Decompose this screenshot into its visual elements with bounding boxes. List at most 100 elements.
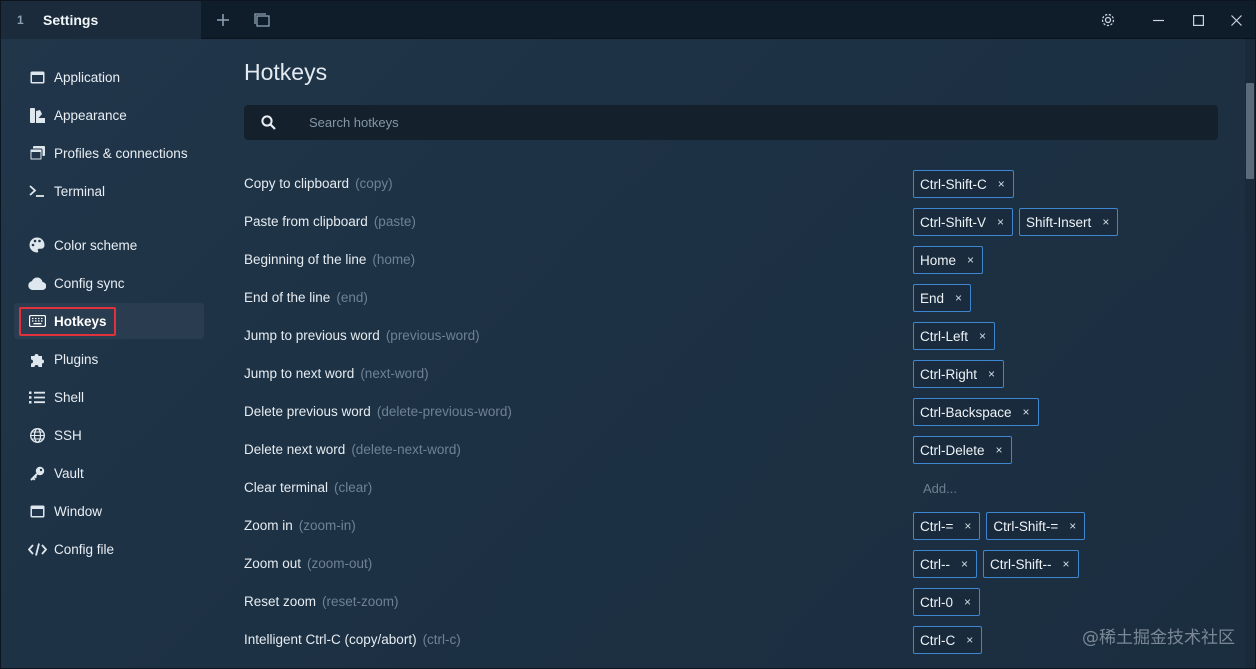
hotkey-chip-label: Ctrl-Shift-V bbox=[920, 214, 987, 230]
remove-hotkey-icon[interactable]: × bbox=[966, 633, 973, 647]
sidebar-item-shell[interactable]: Shell bbox=[14, 379, 204, 415]
sidebar-item-label: Profiles & connections bbox=[54, 145, 188, 161]
hotkey-chip-label: Home bbox=[920, 252, 957, 268]
hotkey-bindings: Ctrl-0 × bbox=[913, 583, 981, 621]
hotkey-chip[interactable]: Ctrl-Left × bbox=[913, 322, 996, 350]
sidebar-item-ssh[interactable]: SSH bbox=[14, 417, 204, 453]
hotkey-name: Intelligent Ctrl-C (copy/abort) (ctrl-c) bbox=[244, 632, 461, 647]
hotkey-id: (delete-next-word) bbox=[351, 442, 461, 457]
sidebar-item-config-file[interactable]: Config file bbox=[14, 531, 204, 567]
remove-hotkey-icon[interactable]: × bbox=[998, 177, 1005, 191]
hotkey-chip[interactable]: Ctrl-0 × bbox=[913, 588, 981, 616]
hotkey-chip-label: Ctrl-Right bbox=[920, 366, 978, 382]
hotkey-label: Delete previous word bbox=[244, 404, 371, 419]
sidebar-item-color-scheme[interactable]: Color scheme bbox=[14, 227, 204, 263]
hotkey-bindings: Home × bbox=[913, 241, 984, 279]
hotkey-chip-label: Ctrl-C bbox=[920, 632, 956, 648]
search-box[interactable] bbox=[244, 105, 1218, 140]
hotkey-row: Delete previous word (delete-previous-wor… bbox=[244, 393, 1218, 431]
scrollbar-thumb[interactable] bbox=[1246, 83, 1254, 179]
remove-hotkey-icon[interactable]: × bbox=[967, 253, 974, 267]
remove-hotkey-icon[interactable]: × bbox=[964, 595, 971, 609]
code-icon bbox=[27, 539, 47, 559]
sidebar-item-terminal[interactable]: Terminal bbox=[14, 173, 204, 209]
hotkey-chip[interactable]: Ctrl-Shift-- × bbox=[983, 550, 1079, 578]
sidebar-item-config-sync[interactable]: Config sync bbox=[14, 265, 204, 301]
sidebar-item-label: Config sync bbox=[54, 275, 125, 291]
hotkey-chip[interactable]: Ctrl-C × bbox=[913, 626, 983, 654]
sidebar-item-appearance[interactable]: Appearance bbox=[14, 97, 204, 133]
hotkey-name: Jump to next word (next-word) bbox=[244, 366, 429, 381]
hotkey-id: (clear) bbox=[334, 480, 373, 495]
tab-settings[interactable]: 1 Settings bbox=[1, 1, 201, 39]
remove-hotkey-icon[interactable]: × bbox=[1023, 405, 1030, 419]
hotkey-chip-label: Ctrl-- bbox=[920, 556, 950, 572]
sidebar-item-label: Appearance bbox=[54, 107, 127, 123]
hotkey-chip[interactable]: Ctrl-Shift-= × bbox=[986, 512, 1086, 540]
hotkey-chip[interactable]: Ctrl-Right × bbox=[913, 360, 1005, 388]
add-hotkey-button[interactable]: Add... bbox=[923, 481, 957, 496]
hotkey-row: Copy to clipboard (copy) Ctrl-Shift-C × bbox=[244, 165, 1218, 203]
hotkey-bindings: Ctrl-= × Ctrl-Shift-= × bbox=[913, 507, 1086, 545]
sidebar-item-hotkeys[interactable]: Hotkeys bbox=[14, 303, 204, 339]
new-tab-button[interactable] bbox=[204, 1, 242, 39]
hotkey-chip[interactable]: Ctrl-- × bbox=[913, 550, 978, 578]
remove-hotkey-icon[interactable]: × bbox=[1069, 519, 1076, 533]
remove-hotkey-icon[interactable]: × bbox=[964, 519, 971, 533]
tabs-overview-button[interactable] bbox=[243, 1, 281, 39]
hotkey-id: (delete-previous-word) bbox=[376, 404, 512, 419]
keyboard-icon bbox=[27, 311, 47, 331]
hotkey-id: (home) bbox=[372, 252, 416, 267]
remove-hotkey-icon[interactable]: × bbox=[1063, 557, 1070, 571]
sidebar-item-label: SSH bbox=[54, 427, 82, 443]
sidebar-item-label: Terminal bbox=[54, 183, 106, 199]
hotkey-label: Reset zoom bbox=[244, 594, 317, 609]
search-input[interactable] bbox=[309, 115, 1109, 130]
sidebar-item-profiles[interactable]: Profiles & connections bbox=[14, 135, 204, 171]
hotkey-id: (paste) bbox=[373, 214, 416, 229]
hotkey-row: Paste from clipboard (paste) Ctrl-Shift-V ×… bbox=[244, 203, 1218, 241]
sidebar-item-label: Window bbox=[54, 503, 103, 519]
hotkey-row: Jump to next word (next-word) Ctrl-Right × bbox=[244, 355, 1218, 393]
remove-hotkey-icon[interactable]: × bbox=[997, 215, 1004, 229]
hotkey-name: Beginning of the line (home) bbox=[244, 252, 415, 267]
hotkey-row: Zoom in (zoom-in) Ctrl-= × Ctrl-Shift-= × bbox=[244, 507, 1218, 545]
settings-button[interactable] bbox=[1085, 1, 1131, 39]
hotkey-name: End of the line (end) bbox=[244, 290, 368, 305]
sidebar-item-label: Application bbox=[54, 69, 121, 85]
hotkey-chip[interactable]: Ctrl-Backspace × bbox=[913, 398, 1039, 426]
hotkey-chip[interactable]: End × bbox=[913, 284, 972, 312]
app-window: 1 Settings Application Appearance Profil… bbox=[0, 0, 1256, 669]
plus-icon bbox=[217, 14, 229, 26]
hotkey-row: Reset zoom (reset-zoom) Ctrl-0 × bbox=[244, 583, 1218, 621]
remove-hotkey-icon[interactable]: × bbox=[955, 291, 962, 305]
sidebar-item-window[interactable]: Window bbox=[14, 493, 204, 529]
hotkey-label: Clear terminal bbox=[244, 480, 329, 495]
hotkey-chip[interactable]: Ctrl-= × bbox=[913, 512, 981, 540]
hotkey-chip-label: Ctrl-= bbox=[920, 518, 954, 534]
hotkey-chip[interactable]: Home × bbox=[913, 246, 984, 274]
hotkey-label: End of the line bbox=[244, 290, 331, 305]
sidebar-item-application[interactable]: Application bbox=[14, 59, 204, 95]
sidebar-item-vault[interactable]: Vault bbox=[14, 455, 204, 491]
remove-hotkey-icon[interactable]: × bbox=[988, 367, 995, 381]
hotkey-name: Reset zoom (reset-zoom) bbox=[244, 594, 399, 609]
scrollbar[interactable] bbox=[1245, 39, 1255, 668]
terminal-icon bbox=[27, 181, 47, 201]
hotkey-chip[interactable]: Ctrl-Delete × bbox=[913, 436, 1012, 464]
tab-title: Settings bbox=[43, 12, 99, 28]
close-button[interactable] bbox=[1213, 1, 1255, 39]
remove-hotkey-icon[interactable]: × bbox=[996, 443, 1003, 457]
hotkey-chip[interactable]: Shift-Insert × bbox=[1019, 208, 1119, 236]
hotkey-chip[interactable]: Ctrl-Shift-V × bbox=[913, 208, 1014, 236]
remove-hotkey-icon[interactable]: × bbox=[1102, 215, 1109, 229]
remove-hotkey-icon[interactable]: × bbox=[961, 557, 968, 571]
hotkey-bindings: Ctrl-C × bbox=[913, 621, 983, 659]
hotkey-row: Zoom out (zoom-out) Ctrl-- × Ctrl-Shift-- × bbox=[244, 545, 1218, 583]
hotkey-chip[interactable]: Ctrl-Shift-C × bbox=[913, 170, 1014, 198]
hotkey-name: Delete next word (delete-next-word) bbox=[244, 442, 461, 457]
sidebar-item-plugins[interactable]: Plugins bbox=[14, 341, 204, 377]
hotkey-label: Intelligent Ctrl-C (copy/abort) bbox=[244, 632, 417, 647]
remove-hotkey-icon[interactable]: × bbox=[979, 329, 986, 343]
hotkey-label: Zoom in bbox=[244, 518, 293, 533]
